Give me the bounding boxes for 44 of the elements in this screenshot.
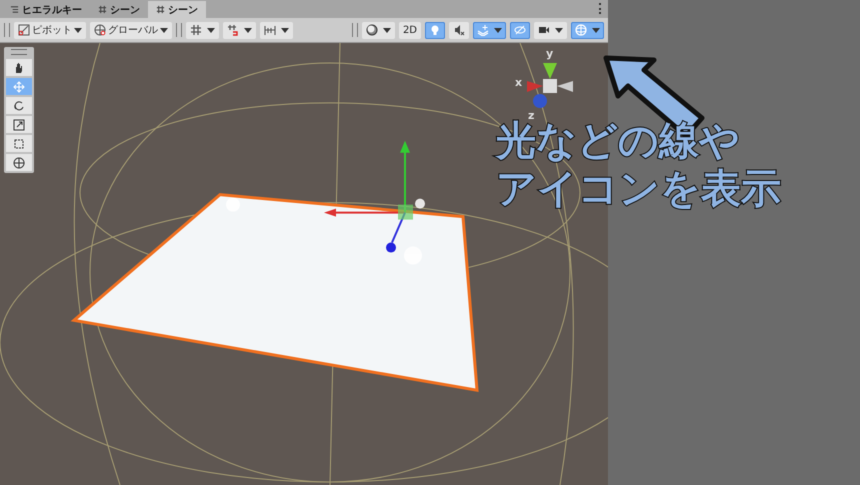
grid-icon	[98, 5, 107, 14]
tool-button[interactable]	[6, 116, 32, 133]
speaker-muted-icon	[453, 24, 465, 36]
scene-view-button[interactable]	[571, 22, 604, 38]
tool-button[interactable]	[6, 59, 32, 76]
scene-view-button[interactable]	[449, 22, 469, 38]
hand-tool-icon	[13, 62, 25, 74]
grid-snap-icon	[190, 24, 202, 36]
scene-view-button[interactable]	[362, 22, 395, 38]
tab[interactable]: ヒエラルキー	[2, 1, 90, 18]
mode-2d-button[interactable]: 2D	[398, 22, 421, 38]
rect-tool-icon	[13, 138, 25, 150]
pivot-icon	[18, 24, 30, 36]
axis-label: x	[515, 76, 522, 89]
more-menu-icon[interactable]	[599, 3, 602, 14]
eye-slash-icon	[514, 24, 526, 36]
grid-icon	[156, 5, 165, 14]
tool-button[interactable]	[6, 154, 32, 171]
snap-button[interactable]	[223, 22, 256, 38]
dropdown-button[interactable]: グローバル	[90, 22, 172, 38]
magnet-icon	[227, 24, 239, 36]
annotation-line: アイコンを表示	[496, 166, 781, 212]
dropdown-button[interactable]: ピボット	[14, 22, 86, 38]
scene-view-button[interactable]	[534, 22, 567, 38]
move-tool-icon	[13, 80, 25, 92]
snap-button[interactable]	[186, 22, 219, 38]
gizmo-sphere-icon	[575, 24, 587, 36]
scale-tool-icon	[13, 118, 25, 130]
globe-icon	[94, 24, 106, 36]
snap-button[interactable]	[260, 22, 293, 38]
video-camera-icon	[538, 24, 550, 36]
tab[interactable]: シーン	[148, 1, 206, 18]
axis-label: z	[528, 109, 534, 122]
transform-tool-icon	[13, 156, 25, 168]
list-icon	[10, 5, 19, 14]
sphere-icon	[366, 24, 378, 36]
ruler-icon	[264, 24, 276, 36]
lightbulb-icon	[429, 24, 441, 36]
tab[interactable]: シーン	[90, 1, 148, 18]
layers-icon	[477, 24, 489, 36]
rotate-tool-icon	[13, 100, 25, 112]
tool-button[interactable]	[6, 97, 32, 114]
tool-button[interactable]	[6, 135, 32, 152]
scene-view-button[interactable]	[473, 22, 506, 38]
